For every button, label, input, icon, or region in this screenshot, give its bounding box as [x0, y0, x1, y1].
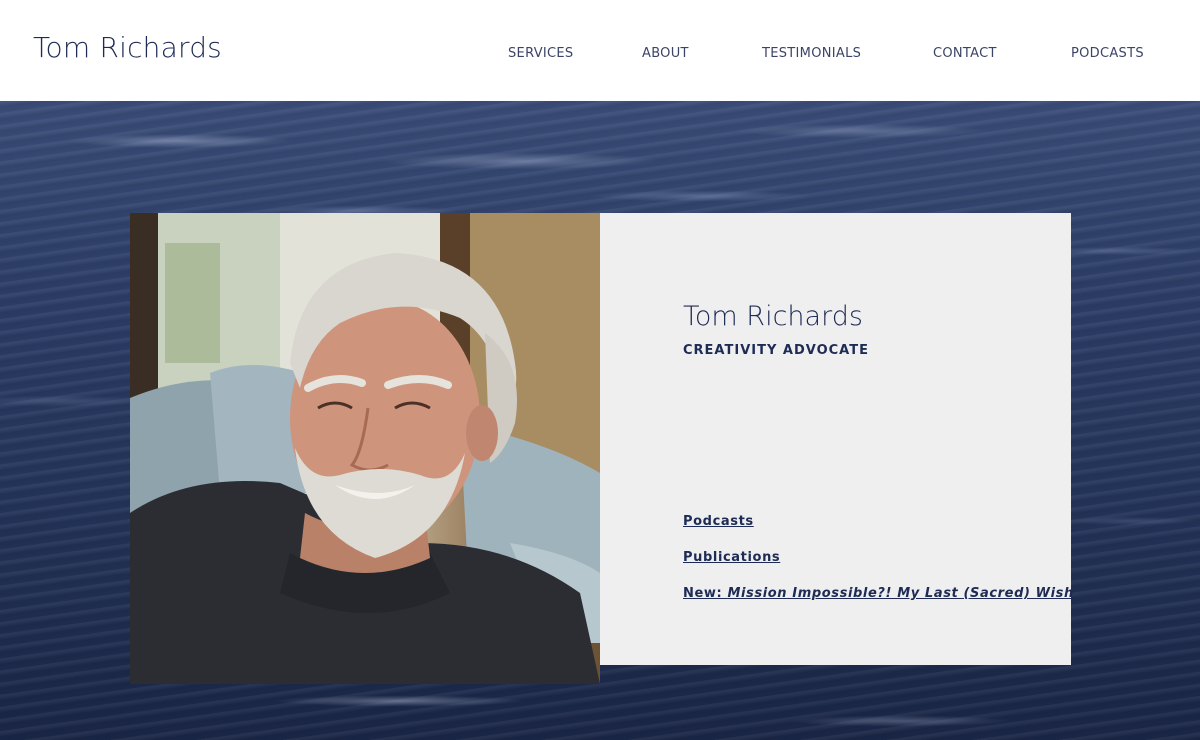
new-book-link[interactable]: New: Mission Impossible?! My Last (Sacre…: [683, 586, 1074, 601]
profile-photo: [130, 213, 600, 684]
main-nav: SERVICES ABOUT TESTIMONIALS CONTACT PODC…: [0, 46, 1200, 66]
new-book-title: Mission Impossible?! My Last (Sacred) Wi…: [727, 586, 1074, 601]
nav-about[interactable]: ABOUT: [642, 46, 689, 61]
publications-link[interactable]: Publications: [683, 550, 780, 565]
nav-testimonials[interactable]: TESTIMONIALS: [762, 46, 861, 61]
profile-role: CREATIVITY ADVOCATE: [683, 343, 869, 358]
nav-services[interactable]: SERVICES: [508, 46, 573, 61]
nav-podcasts[interactable]: PODCASTS: [1071, 46, 1144, 61]
portrait-illustration: [130, 213, 600, 684]
profile-name: Tom Richards: [683, 301, 863, 332]
profile-card: Tom Richards CREATIVITY ADVOCATE Podcast…: [600, 213, 1074, 665]
new-book-prefix: New:: [683, 586, 728, 601]
podcasts-link[interactable]: Podcasts: [683, 514, 754, 529]
site-header: Tom Richards SERVICES ABOUT TESTIMONIALS…: [0, 0, 1200, 101]
nav-contact[interactable]: CONTACT: [933, 46, 997, 61]
